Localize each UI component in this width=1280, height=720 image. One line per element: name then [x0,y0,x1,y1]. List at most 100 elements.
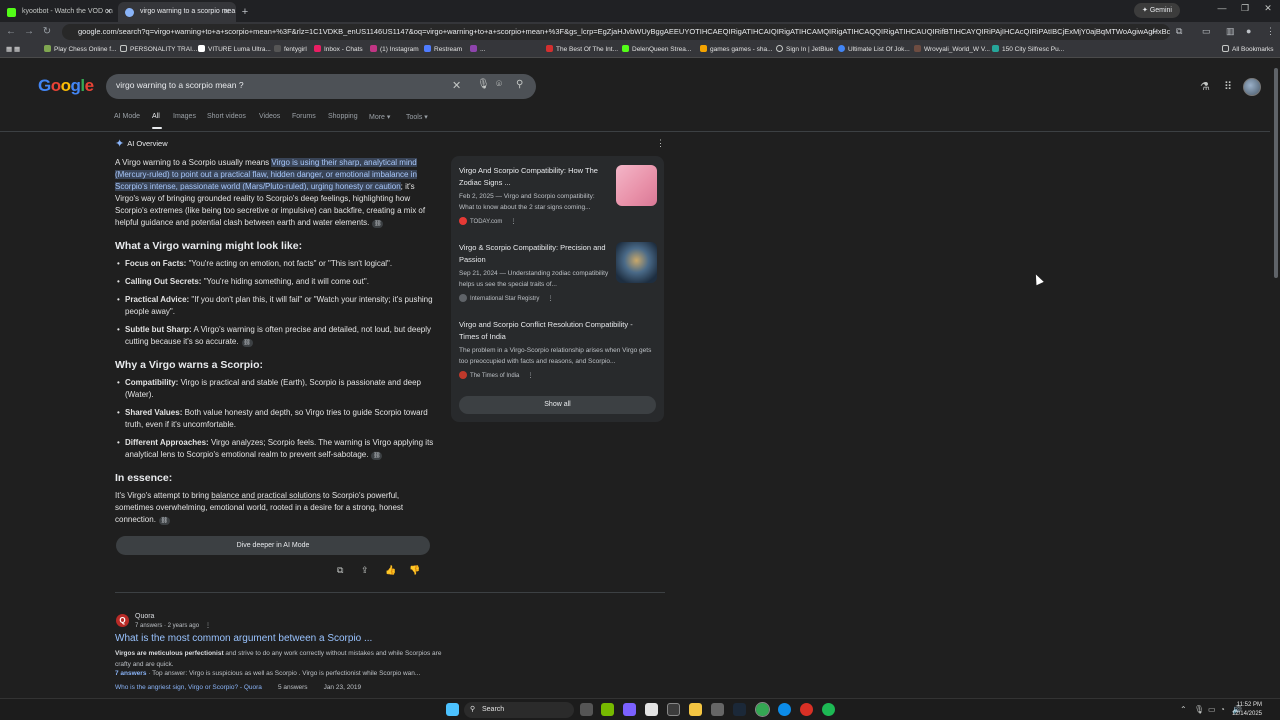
copy-icon[interactable]: ⧉ [337,565,343,576]
chrome-alt-icon[interactable] [800,703,813,716]
tab-videos[interactable]: Videos [259,113,280,120]
bookmark-games[interactable]: games games - sha... [700,44,773,55]
google-logo[interactable]: Google [38,76,94,96]
profile-icon[interactable]: ● [1246,26,1251,36]
bookmark-restream[interactable]: Restream [424,44,462,55]
settings-icon[interactable] [711,703,724,716]
tab-google-search[interactable]: virgo warning to a scorpio mea ✕ [118,2,236,22]
display-icon[interactable]: ▭ [1208,705,1216,714]
bookmark-inbox[interactable]: Inbox - Chats [314,44,363,55]
copilot-icon[interactable] [623,703,636,716]
more-options-icon[interactable]: ⋮ [510,219,516,225]
more-options-icon[interactable]: ⋮ [527,373,533,379]
tab-all[interactable]: All [152,113,160,120]
bookmark-folder[interactable]: PERSONALITY TRAI... [120,44,197,55]
nvidia-icon[interactable] [601,703,614,716]
all-bookmarks[interactable]: All Bookmarks [1222,44,1274,55]
new-tab-button[interactable]: + [236,2,254,22]
sidepanel-icon[interactable]: ▥ [1226,26,1235,37]
search-input[interactable]: virgo warning to a scorpio mean ? [116,80,244,90]
source-title[interactable]: Virgo And Scorpio Compatibility: How The… [459,165,607,189]
source-title[interactable]: Virgo and Scorpio Conflict Resolution Co… [459,319,654,343]
apps-grid-icon[interactable]: ⠿ [1224,80,1232,93]
menu-icon[interactable]: ⋮ [1266,26,1275,37]
address-bar[interactable]: google.com/search?q=virgo+warning+to+a+s… [62,24,1170,40]
reload-icon[interactable]: ↻ [40,25,54,39]
tab-ai-mode[interactable]: AI Mode [114,113,140,120]
dive-deeper-button[interactable]: Dive deeper in AI Mode [116,536,430,555]
more-options-icon[interactable]: ⋮ [547,296,553,302]
bookmark-wrovyali[interactable]: Wrovyali_World_W V... [914,44,990,55]
close-icon[interactable]: ✕ [223,2,230,22]
more-options-icon[interactable]: ⋮ [656,138,665,149]
apps-icon[interactable]: ▦ ▦ [6,44,20,55]
mic-icon[interactable]: 🎙 [1194,705,1204,714]
tab-more[interactable]: More ▾ [369,113,390,121]
result-title-link[interactable]: What is the most common argument between… [115,633,372,644]
lens-icon[interactable]: ⌾ [496,79,502,90]
search-box[interactable]: virgo warning to a scorpio mean ? ✕ 🎙 ⌾ … [106,74,536,99]
bookmark-chess[interactable]: Play Chess Online f... [44,44,117,55]
bookmark-instagram[interactable]: (1) Instagram [370,44,419,55]
link-icon[interactable]: ⛓ [158,517,170,525]
result-site-name[interactable]: Quora [135,613,154,620]
star-icon[interactable]: ☆ [1150,26,1158,37]
maximize-button[interactable]: ❐ [1235,3,1255,14]
source-site[interactable]: The Times of India ⋮ [459,371,533,379]
tab-short-videos[interactable]: Short videos [207,113,246,120]
related-question-link[interactable]: Who is the angriest sign, Virgo or Scorp… [115,684,262,691]
tab-forums[interactable]: Forums [292,113,316,120]
bookmark-viture[interactable]: VITURE Luma Ultra... [198,44,271,55]
gemini-button[interactable]: ✦ Gemini [1134,3,1180,18]
source-site[interactable]: TODAY.com ⋮ [459,217,516,225]
bookmark-jokes[interactable]: Ultimate List Of Jok... [838,44,910,55]
task-view-icon[interactable] [580,703,593,716]
calculator-icon[interactable] [667,703,680,716]
bookmark-delenqueen[interactable]: DelenQueen Strea... [622,44,691,55]
cast-icon[interactable]: ▭ [1202,26,1211,37]
more-options-icon[interactable]: ⋮ [205,623,211,629]
minimize-button[interactable]: — [1212,3,1232,13]
chrome-icon[interactable] [755,702,770,717]
bookmark-best-of[interactable]: The Best Of The Int... [546,44,618,55]
thumbnail-image[interactable] [616,242,657,283]
search-icon[interactable]: ⚲ [516,79,523,90]
tab-tools[interactable]: Tools ▾ [406,113,428,121]
avatar[interactable] [1243,78,1261,96]
taskbar-search[interactable]: ⚲ Search [464,702,574,718]
back-icon[interactable]: ← [4,25,18,39]
thumbnail-image[interactable] [616,165,657,206]
answers-link[interactable]: 7 answers [115,670,146,677]
clear-icon[interactable]: ✕ [452,79,461,92]
wifi-icon[interactable]: ◔ [1220,705,1225,714]
scrollbar-thumb[interactable] [1274,68,1278,278]
edge-icon[interactable] [778,703,791,716]
source-title[interactable]: Virgo & Scorpio Compatibility: Precision… [459,242,607,266]
extensions-icon[interactable]: ⧉ [1176,26,1182,37]
tab-shopping[interactable]: Shopping [328,113,358,120]
essence-link[interactable]: balance and practical solutions [211,491,320,500]
forward-icon[interactable]: → [22,25,36,39]
windows-start-icon[interactable] [446,703,459,716]
file-explorer-icon[interactable] [689,703,702,716]
file-icon[interactable] [645,703,658,716]
steam-icon[interactable] [733,703,746,716]
window-close-button[interactable]: ✕ [1258,3,1278,14]
bookmark-fentygirl[interactable]: fentygirl [274,44,307,55]
link-icon[interactable]: ⛓ [241,339,253,347]
system-clock[interactable]: 11:52 PM 12/14/2025 [1232,701,1262,719]
mic-icon[interactable]: 🎙 [477,79,490,90]
show-all-button[interactable]: Show all [459,396,656,414]
spotify-icon[interactable] [822,703,835,716]
tab-kyootbot[interactable]: kyootbot - Watch the VOD on ✕ [0,2,118,22]
thumbs-down-icon[interactable]: 👎 [409,565,420,576]
tab-images[interactable]: Images [173,113,196,120]
link-icon[interactable]: ⛓ [372,220,384,228]
share-icon[interactable]: ⇪ [361,565,369,576]
tray-chevron-icon[interactable]: ⌃ [1180,705,1187,714]
close-icon[interactable]: ✕ [105,2,112,22]
bookmark-city[interactable]: 150 City Silfresc Pu... [992,44,1064,55]
thumbs-up-icon[interactable]: 👍 [385,565,396,576]
bookmark-more[interactable]: ... [470,44,485,55]
labs-icon[interactable]: ⚗ [1200,80,1210,93]
